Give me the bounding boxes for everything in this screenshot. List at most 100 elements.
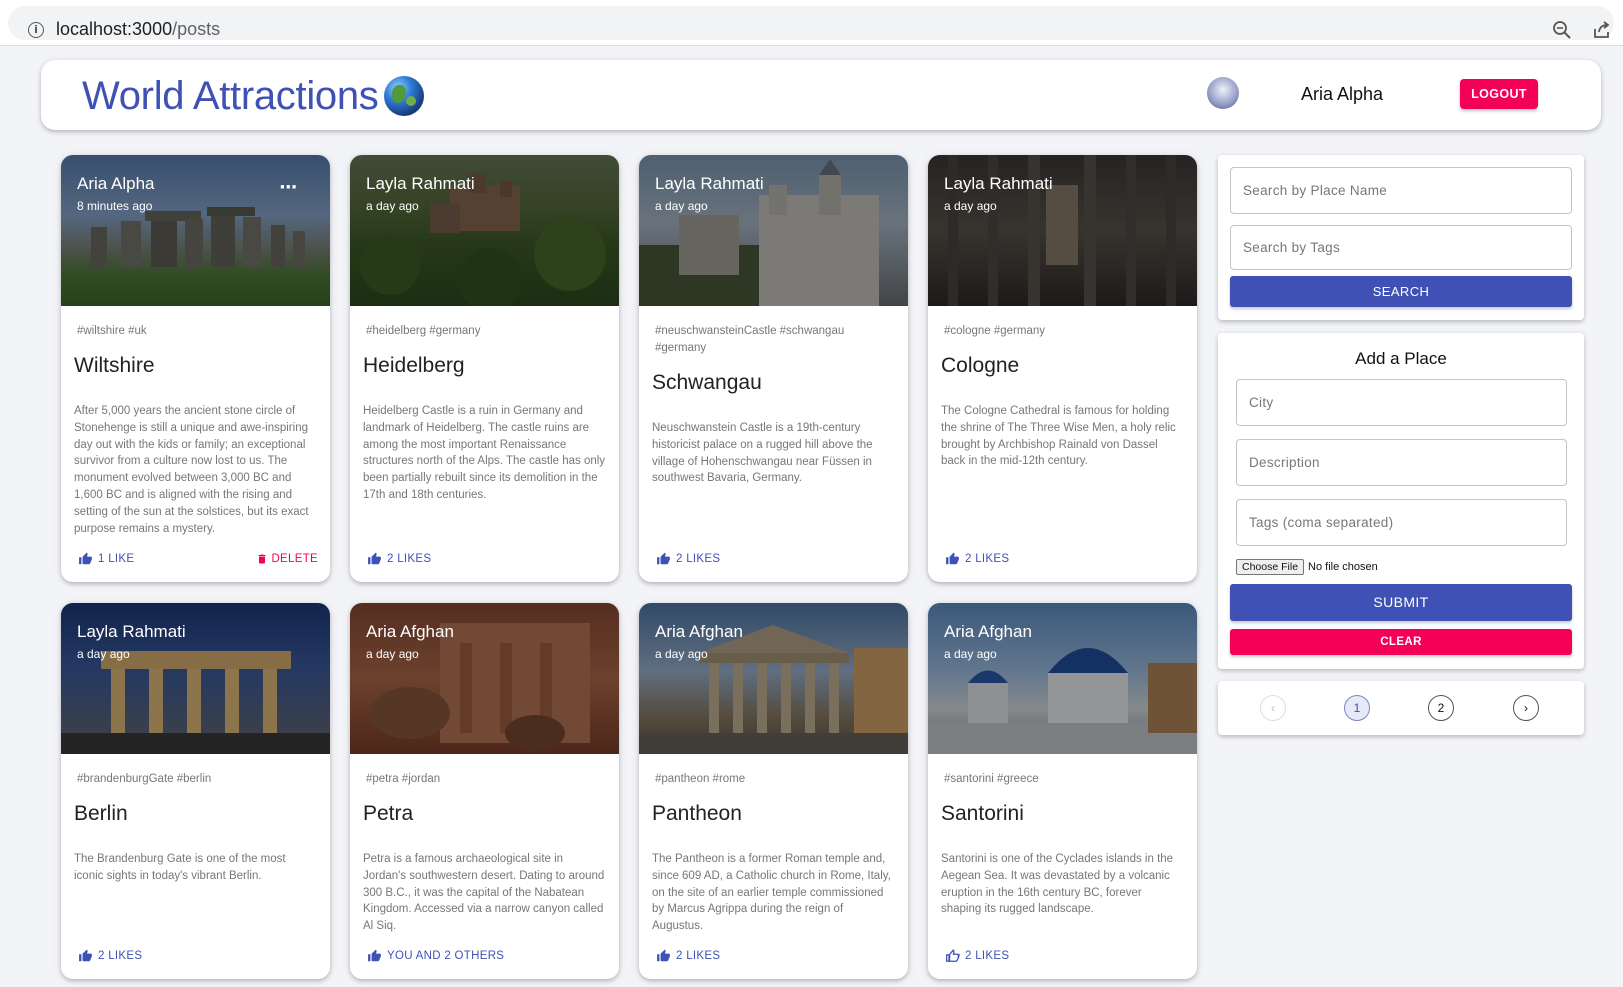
like-count: 2 LIKES	[965, 950, 1010, 962]
site-info-icon[interactable]: i	[28, 22, 44, 38]
url-text[interactable]: localhost:3000/posts	[56, 19, 220, 40]
thumb-up-icon	[946, 552, 959, 565]
share-icon[interactable]	[1592, 20, 1612, 40]
post-description: Petra is a famous archaeological site in…	[363, 853, 605, 933]
more-horiz-icon[interactable]: ···	[279, 177, 297, 198]
post-time: a day ago	[944, 199, 997, 213]
trash-icon	[258, 554, 266, 564]
post-author: Layla Rahmati	[655, 174, 764, 193]
post-actions: 1 LIKE DELETE	[78, 552, 318, 570]
form-title: Add a Place	[1355, 349, 1447, 368]
app-header: World Attractions Aria Alpha LOGOUT	[41, 60, 1601, 130]
pagination: ‹ 1 2 ›	[1218, 681, 1584, 735]
post-title: Petra	[363, 802, 414, 825]
post-card-pantheon: Aria Afghan a day ago #pantheon #rome Pa…	[639, 603, 908, 979]
post-tags: #pantheon #rome	[655, 773, 746, 785]
post-time: a day ago	[944, 647, 997, 661]
like-count: 2 LIKES	[676, 950, 721, 962]
post-title: Wiltshire	[74, 354, 155, 377]
prev-page-button[interactable]: ‹	[1260, 695, 1286, 721]
post-author: Layla Rahmati	[77, 622, 186, 641]
thumb-up-icon	[657, 552, 670, 565]
post-author: Layla Rahmati	[366, 174, 475, 193]
description-input[interactable]: Description	[1236, 439, 1567, 486]
globe-icon	[384, 76, 424, 116]
post-card-cologne: Layla Rahmati a day ago #cologne #german…	[928, 155, 1197, 582]
zoom-icon[interactable]	[1552, 20, 1572, 40]
post-tags: #neuschwansteinCastle #schwangau #german…	[655, 325, 845, 354]
avatar	[1207, 77, 1239, 109]
like-button[interactable]: 2 LIKES	[945, 552, 1009, 566]
page-button-2[interactable]: 2	[1428, 695, 1454, 721]
delete-label: DELETE	[271, 553, 318, 565]
browser-toolbar: i localhost:3000/posts	[0, 0, 1623, 46]
post-actions: 2 LIKES	[367, 552, 607, 570]
like-button[interactable]: 2 LIKES	[945, 949, 1009, 963]
post-author: Aria Alpha	[77, 174, 155, 193]
like-button[interactable]: 2 LIKES	[656, 552, 720, 566]
post-actions: YOU AND 2 OTHERS	[367, 949, 607, 967]
post-title: Pantheon	[652, 802, 742, 825]
post-actions: 2 LIKES	[78, 949, 318, 967]
file-input: Choose File No file chosen	[1236, 559, 1378, 575]
post-time: a day ago	[77, 647, 130, 661]
next-page-button[interactable]: ›	[1513, 695, 1539, 721]
choose-file-button[interactable]: Choose File	[1236, 559, 1305, 575]
post-tags: #heidelberg #germany	[366, 325, 481, 337]
post-description: Santorini is one of the Cyclades islands…	[941, 853, 1174, 916]
like-button[interactable]: 2 LIKES	[78, 949, 142, 963]
search-place-input[interactable]: Search by Place Name	[1230, 167, 1572, 214]
post-time: a day ago	[366, 199, 419, 213]
post-author: Aria Afghan	[655, 622, 743, 641]
submit-button[interactable]: SUBMIT	[1230, 584, 1572, 621]
post-card-heidelberg: Layla Rahmati a day ago #heidelberg #ger…	[350, 155, 619, 582]
search-button[interactable]: SEARCH	[1230, 276, 1572, 307]
like-button[interactable]: 1 LIKE	[78, 552, 134, 566]
post-tags: #cologne #germany	[944, 325, 1046, 337]
like-count: 2 LIKES	[676, 553, 721, 565]
thumb-up-icon	[657, 949, 670, 962]
post-card-berlin: Layla Rahmati a day ago #brandenburgGate…	[61, 603, 330, 979]
post-actions: 2 LIKES	[945, 949, 1185, 967]
page-button-1[interactable]: 1	[1344, 695, 1370, 721]
tags-input[interactable]: Tags (coma separated)	[1236, 499, 1567, 546]
post-actions: 2 LIKES	[945, 552, 1185, 570]
post-title: Schwangau	[652, 371, 762, 394]
like-button[interactable]: 2 LIKES	[367, 552, 431, 566]
user-name: Aria Alpha	[1301, 84, 1384, 104]
delete-button[interactable]: DELETE	[256, 552, 318, 566]
post-tags: #petra #jordan	[366, 773, 441, 785]
thumb-up-icon	[368, 949, 381, 962]
search-tags-input[interactable]: Search by Tags	[1230, 225, 1572, 270]
post-tags: #wiltshire #uk	[77, 325, 147, 337]
thumb-up-icon	[79, 552, 92, 565]
post-author: Layla Rahmati	[944, 174, 1053, 193]
logout-button[interactable]: LOGOUT	[1460, 79, 1538, 109]
thumb-up-icon	[79, 949, 92, 962]
post-description: The Cologne Cathedral is famous for hold…	[941, 405, 1176, 468]
like-count: 2 LIKES	[387, 553, 432, 565]
post-time: a day ago	[655, 647, 708, 661]
post-card-petra: Aria Afghan a day ago #petra #jordan Pet…	[350, 603, 619, 979]
post-time: a day ago	[655, 199, 708, 213]
search-panel: Search by Place Name Search by Tags SEAR…	[1218, 155, 1584, 320]
post-author: Aria Afghan	[944, 622, 1032, 641]
post-time: a day ago	[366, 647, 419, 661]
post-card-schwangau: Layla Rahmati a day ago #neuschwansteinC…	[639, 155, 908, 582]
like-count: 2 LIKES	[98, 950, 143, 962]
like-count: 2 LIKES	[965, 553, 1010, 565]
post-card-santorini: Aria Afghan a day ago #santorini #greece…	[928, 603, 1197, 979]
clear-button[interactable]: CLEAR	[1230, 629, 1572, 655]
like-count: YOU AND 2 OTHERS	[387, 950, 505, 962]
like-count: 1 LIKE	[98, 553, 135, 565]
thumb-up-outline-icon	[946, 949, 960, 962]
address-bar[interactable]: i localhost:3000/posts	[8, 6, 1614, 40]
app-title[interactable]: World Attractions	[82, 74, 379, 119]
post-description: The Brandenburg Gate is one of the most …	[74, 853, 286, 882]
post-author: Aria Afghan	[366, 622, 454, 641]
like-button[interactable]: YOU AND 2 OTHERS	[367, 949, 504, 963]
like-button[interactable]: 2 LIKES	[656, 949, 720, 963]
post-tags: #brandenburgGate #berlin	[77, 773, 212, 785]
city-input[interactable]: City	[1236, 379, 1567, 426]
post-description: After 5,000 years the ancient stone circ…	[74, 405, 309, 535]
